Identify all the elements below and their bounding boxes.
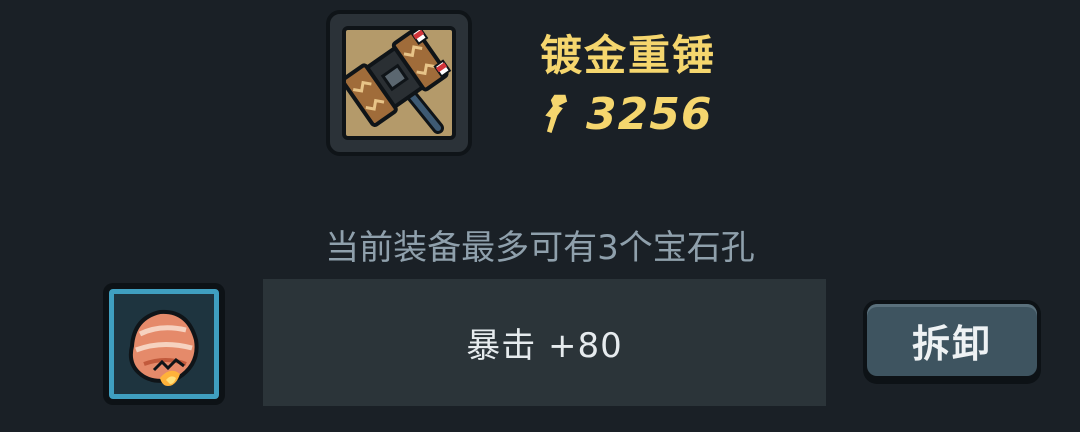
equipment-name: 镀金重锤 [540,31,717,80]
power-value: 3256 [586,88,713,140]
gem-slot-frame [109,289,219,399]
remove-gem-button[interactable]: 拆卸 [863,300,1041,384]
power-fist-icon [542,93,569,135]
socket-info-text: 当前装备最多可有3个宝石孔 [325,228,755,268]
gem-stat-text: 暴击 +80 [466,326,623,366]
gilded-hammer-icon [346,30,452,134]
remove-gem-button-face[interactable]: 拆卸 [867,304,1037,376]
equipment-icon-frame [342,26,456,140]
gem-slot[interactable] [103,283,225,405]
fire-gem-icon [128,309,199,386]
remove-gem-button-label: 拆卸 [911,321,992,366]
equipment-slot[interactable] [326,10,472,156]
gem-stat-panel: 暴击 +80 [263,279,826,406]
power-row: 3256 [540,86,712,142]
